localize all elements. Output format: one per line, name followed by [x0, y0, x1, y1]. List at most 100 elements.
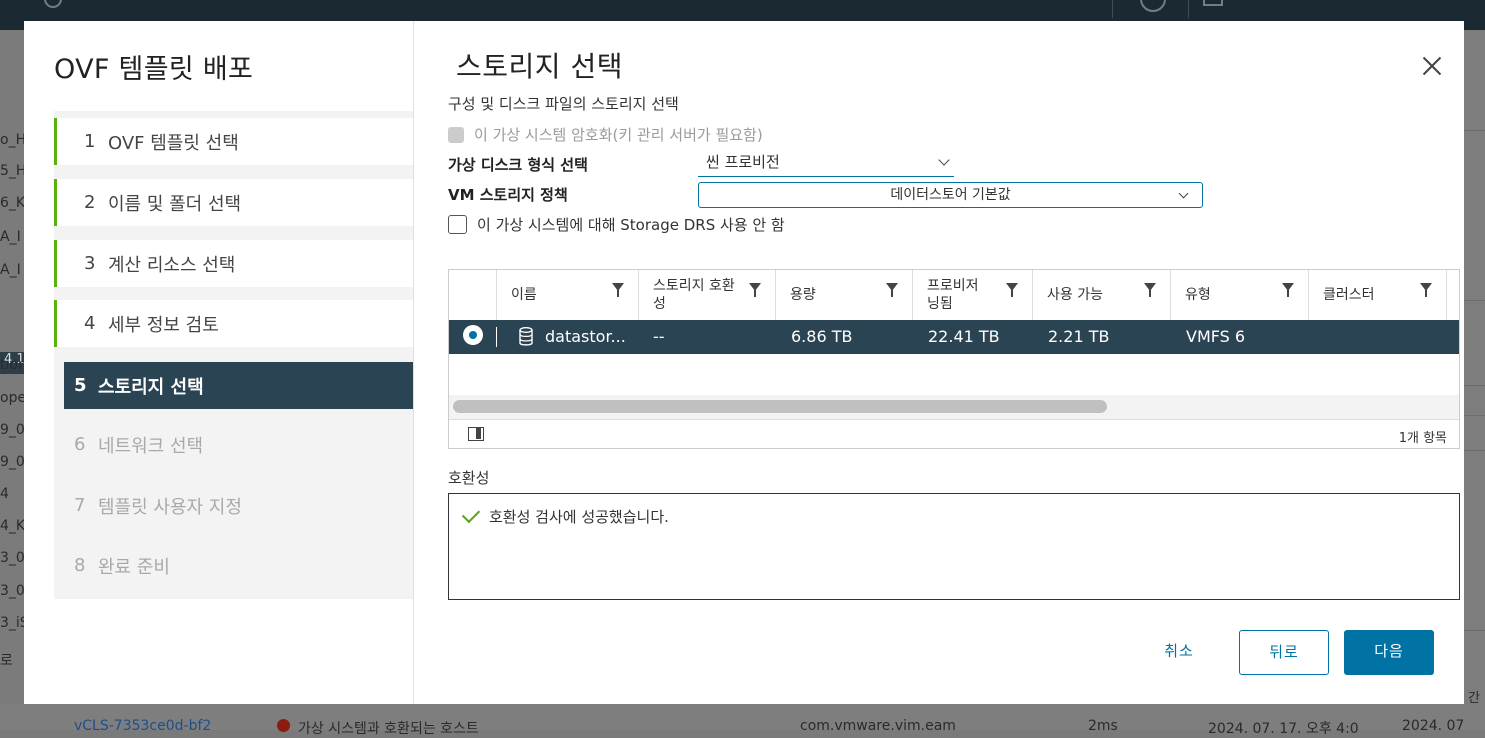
grid-footer: 1개 항목 [449, 419, 1459, 448]
divider [1464, 630, 1485, 631]
recent-tasks-row: vCLS-7353ce0d-bf2 가상 시스템과 호환되는 호스트 com.v… [0, 704, 1485, 737]
check-icon [461, 504, 481, 524]
cancel-button[interactable]: 취소 [1144, 630, 1214, 675]
disable-sdrs-option[interactable]: 이 가상 시스템에 대해 Storage DRS 사용 안 함 [448, 214, 785, 235]
cell-free: 2.21 TB [1048, 327, 1110, 346]
cell-compat: -- [653, 327, 665, 346]
column-header-type[interactable]: 유형 [1170, 270, 1308, 320]
column-header-capacity[interactable]: 용량 [775, 270, 912, 320]
filter-icon[interactable] [1144, 283, 1156, 297]
column-header-name[interactable]: 이름 [496, 270, 638, 320]
column-toggle-icon[interactable] [468, 427, 484, 441]
task-duration: 2ms [1088, 718, 1118, 734]
inventory-item: tion [0, 357, 24, 373]
table-row[interactable]: datastor... -- 6.86 TB 22.41 TB 2.21 TB … [449, 320, 1459, 354]
inventory-item: 9_0 [0, 422, 24, 438]
back-button[interactable]: 뒤로 [1239, 630, 1329, 675]
column-header-provisioned[interactable]: 프로비저닝됨 [912, 270, 1032, 320]
inventory-item: 3_0 [0, 550, 24, 566]
disable-sdrs-checkbox[interactable] [448, 215, 467, 234]
help-icon [1140, 0, 1166, 12]
wizard-step-1[interactable]: 1 OVF 템플릿 선택 [54, 118, 413, 165]
chevron-down-icon [1178, 188, 1189, 199]
wizard-content: 스토리지 선택 구성 및 디스크 파일의 스토리지 선택 이 가상 시스템 암호… [414, 21, 1464, 704]
filter-icon[interactable] [886, 283, 898, 297]
inventory-item: 3_iS [0, 615, 24, 631]
inventory-item: 9_0 [0, 454, 24, 470]
disk-format-select[interactable]: 씬 프로비전 [698, 151, 954, 177]
chevron-down-icon [938, 154, 950, 166]
step-number: 3 [84, 253, 96, 274]
divider [1464, 415, 1485, 416]
column-header-free[interactable]: 사용 가능 [1032, 270, 1170, 320]
datastore-grid: 이름 스토리지 호환성 용량 프로비저닝됨 사용 가능 유형 클러스터 data… [448, 269, 1460, 449]
filter-icon[interactable] [1282, 283, 1294, 297]
horizontal-scrollbar[interactable] [449, 395, 1459, 419]
divider [1464, 300, 1485, 301]
task-name: 가상 시스템과 호환되는 호스트 [298, 721, 479, 737]
wizard-step-8: 8 완료 준비 [64, 542, 413, 589]
inventory-item: A_I [0, 229, 21, 245]
inventory-item: ope [0, 390, 24, 406]
filter-icon[interactable] [749, 283, 761, 297]
datastore-icon [519, 327, 533, 346]
step-number: 5 [74, 375, 87, 396]
inventory-item: 5_H [0, 163, 24, 179]
column-label: 스토리지 호환성 [653, 278, 735, 312]
step-label: OVF 템플릿 선택 [108, 132, 239, 154]
disk-format-value: 씬 프로비전 [706, 153, 780, 171]
page-title: 스토리지 선택 [456, 50, 623, 83]
divider [1464, 130, 1485, 131]
next-button[interactable]: 다음 [1344, 630, 1434, 675]
close-icon[interactable] [1420, 54, 1444, 78]
row-divider [496, 327, 497, 347]
step-number: 8 [74, 555, 86, 576]
encrypt-vm-label: 이 가상 시스템 암호화(키 관리 서버가 필요함) [474, 126, 763, 144]
wizard-nav: OVF 템플릿 배포 1 OVF 템플릿 선택 2 이름 및 폴더 선택 3 계산 리… [24, 21, 414, 704]
step-label: 계산 리소스 선택 [108, 254, 236, 276]
user-icon [1203, 0, 1223, 6]
divider [1464, 450, 1485, 451]
wizard-title: OVF 템플릿 배포 [54, 54, 254, 85]
page-subtitle: 구성 및 디스크 파일의 스토리지 선택 [448, 95, 679, 113]
cell-provisioned: 22.41 TB [928, 327, 1000, 346]
vm-storage-policy-label: VM 스토리지 정책 [448, 186, 568, 204]
wizard-step-3[interactable]: 3 계산 리소스 선택 [54, 240, 413, 287]
compatibility-panel: 호환성 검사에 성공했습니다. [448, 493, 1460, 600]
row-radio-selected[interactable] [463, 325, 483, 345]
inventory-item: 6_K [0, 195, 24, 211]
task-initiator: com.vmware.vim.eam [800, 718, 956, 734]
column-label: 용량 [790, 287, 816, 303]
deploy-ovf-dialog: OVF 템플릿 배포 1 OVF 템플릿 선택 2 이름 및 폴더 선택 3 계산 리… [24, 21, 1464, 704]
filter-icon[interactable] [1420, 283, 1432, 297]
step-label: 스토리지 선택 [98, 376, 204, 398]
wizard-step-4[interactable]: 4 세부 정보 검토 [54, 300, 413, 347]
inventory-tree-background: o_H 5_H 6_K A_I A_I 4.1 tion ope 9_0 9_0… [0, 30, 24, 730]
vm-storage-policy-select[interactable]: 데이터스토어 기본값 [698, 182, 1203, 208]
encrypt-vm-option: 이 가상 시스템 암호화(키 관리 서버가 필요함) [448, 124, 763, 145]
step-number: 4 [84, 313, 96, 334]
column-header-spacer [1446, 270, 1459, 320]
inventory-item: 4 [0, 486, 9, 502]
inventory-item: 4_K [0, 518, 24, 534]
cell-name: datastor... [545, 327, 626, 346]
scrollbar-thumb[interactable] [453, 400, 1107, 413]
column-label: 프로비저닝됨 [927, 278, 979, 312]
task-start-time: 2024. 07. 17. 오후 4:0 [1208, 721, 1359, 737]
header-divider [1112, 0, 1113, 18]
wizard-step-2[interactable]: 2 이름 및 폴더 선택 [54, 179, 413, 226]
column-header-cluster[interactable]: 클러스터 [1308, 270, 1446, 320]
item-count: 1개 항목 [1398, 431, 1447, 446]
header-divider [1188, 0, 1189, 18]
wizard-step-5[interactable]: 5 스토리지 선택 [64, 362, 413, 409]
task-target-link: vCLS-7353ce0d-bf2 [74, 718, 212, 734]
filter-icon[interactable] [612, 283, 624, 297]
step-number: 6 [74, 434, 86, 455]
filter-icon[interactable] [1006, 283, 1018, 297]
inventory-item: 3_0 [0, 583, 24, 599]
column-header-compat[interactable]: 스토리지 호환성 [638, 270, 775, 320]
right-pane-background: 간 [1464, 30, 1485, 730]
divider [1464, 385, 1485, 386]
column-label: 클러스터 [1323, 287, 1375, 303]
cell-capacity: 6.86 TB [791, 327, 853, 346]
